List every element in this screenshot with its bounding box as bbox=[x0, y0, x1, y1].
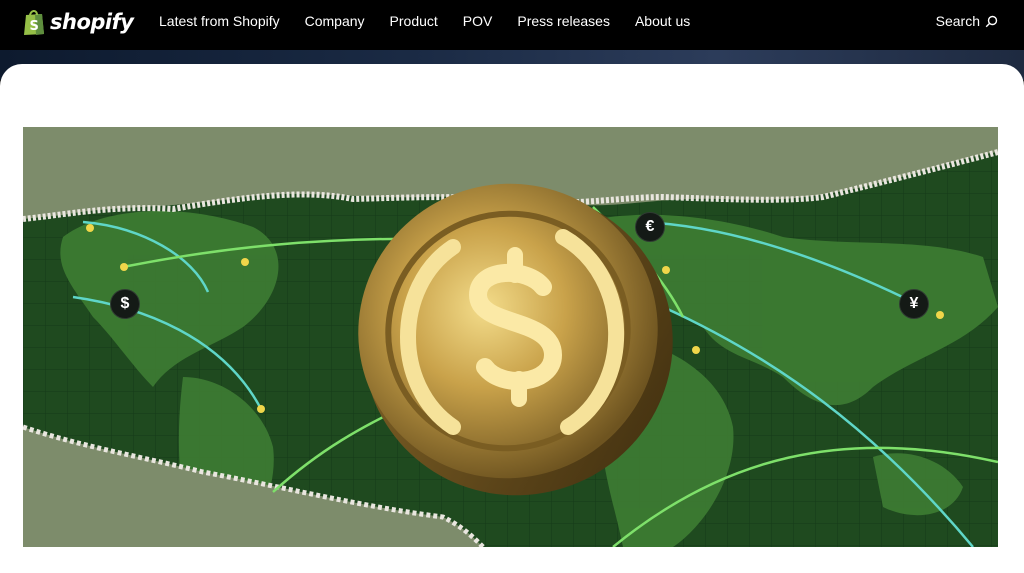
nav-item-pov[interactable]: POV bbox=[463, 13, 493, 29]
hero-image: $ € ¥ bbox=[23, 127, 998, 547]
yen-badge-icon: ¥ bbox=[899, 289, 929, 319]
nav-item-press-releases[interactable]: Press releases bbox=[517, 13, 610, 29]
shopify-logo[interactable]: S shopify bbox=[22, 8, 134, 36]
search-icon bbox=[985, 15, 998, 27]
nav-item-product[interactable]: Product bbox=[390, 13, 438, 29]
svg-text:S: S bbox=[30, 19, 39, 34]
nav-item-latest-from-shopify[interactable]: Latest from Shopify bbox=[159, 13, 280, 29]
top-navigation-bar: S shopify Latest from Shopify Company Pr… bbox=[0, 0, 1024, 50]
euro-badge-icon: € bbox=[635, 212, 665, 242]
world-map-illustration bbox=[23, 127, 998, 547]
nav-item-company[interactable]: Company bbox=[305, 13, 365, 29]
search-button[interactable]: Search bbox=[936, 0, 998, 42]
brand-name: shopify bbox=[50, 10, 134, 34]
main-nav: Latest from Shopify Company Product POV … bbox=[159, 0, 715, 42]
dollar-badge-icon: $ bbox=[110, 289, 140, 319]
shopping-bag-icon: S bbox=[24, 10, 44, 35]
search-label: Search bbox=[935, 13, 980, 29]
nav-item-about-us[interactable]: About us bbox=[635, 13, 690, 29]
